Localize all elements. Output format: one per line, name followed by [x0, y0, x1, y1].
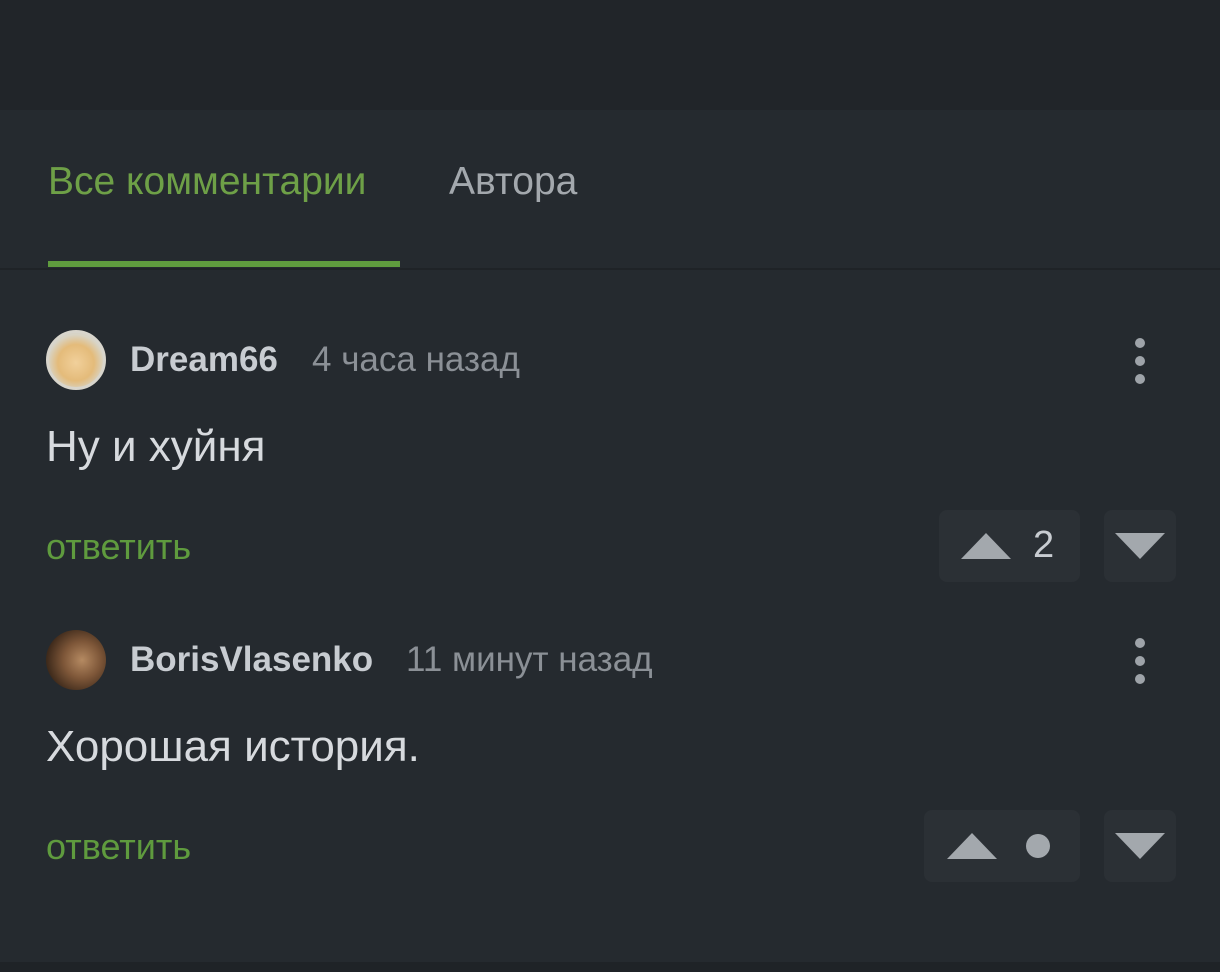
avatar[interactable]	[46, 630, 106, 690]
comment-item: BorisVlasenko 11 минут назад Хорошая ист…	[0, 630, 1220, 930]
bottom-divider	[0, 962, 1220, 972]
tab-all-comments[interactable]: Все комментарии	[48, 160, 366, 204]
more-vertical-icon[interactable]	[1124, 636, 1156, 686]
comment-author[interactable]: Dream66	[130, 340, 278, 380]
reply-button[interactable]: ответить	[46, 826, 191, 868]
vote-score: 2	[1033, 524, 1055, 566]
downvote-arrow-icon	[1115, 833, 1165, 859]
comment-text: Хорошая история.	[46, 722, 420, 771]
active-tab-indicator	[48, 261, 400, 267]
comment-item: Dream66 4 часа назад Ну и хуйня ответить…	[0, 330, 1220, 630]
avatar[interactable]	[46, 330, 106, 390]
downvote-button[interactable]	[1104, 810, 1176, 882]
comment-tabs: Все комментарии Автора	[0, 110, 1220, 270]
downvote-button[interactable]	[1104, 510, 1176, 582]
upvote-button[interactable]: 2	[939, 510, 1080, 582]
comment-text: Ну и хуйня	[46, 422, 266, 471]
top-app-bar	[0, 0, 1220, 110]
comment-timestamp: 11 минут назад	[406, 640, 653, 679]
upvote-arrow-icon	[961, 533, 1011, 559]
reply-button[interactable]: ответить	[46, 526, 191, 568]
comment-timestamp: 4 часа назад	[312, 340, 520, 379]
downvote-arrow-icon	[1115, 533, 1165, 559]
upvote-button[interactable]	[924, 810, 1080, 882]
more-vertical-icon[interactable]	[1124, 336, 1156, 386]
hidden-score-dot	[1026, 834, 1050, 858]
upvote-arrow-icon	[947, 833, 997, 859]
comment-author[interactable]: BorisVlasenko	[130, 640, 373, 680]
tab-author-comments[interactable]: Автора	[449, 160, 577, 204]
